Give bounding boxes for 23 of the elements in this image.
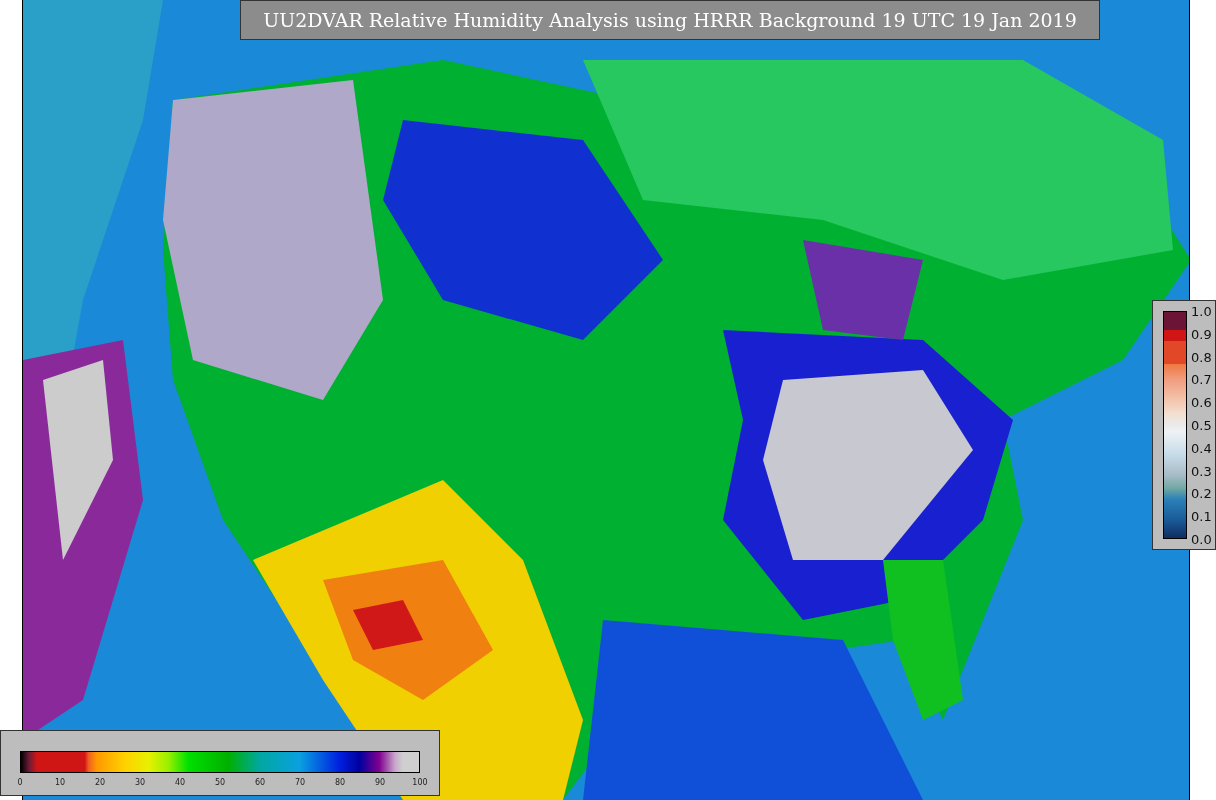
tick-label: 0.2 [1191,485,1212,501]
tick-label: 0.3 [1191,463,1212,479]
tick-label: 0.9 [1191,326,1212,342]
tick-label: 80 [334,778,346,787]
tick-label: 40 [174,778,186,787]
tick-label: 1.0 [1191,303,1212,319]
tick-label: 20 [94,778,106,787]
tick-label: 30 [134,778,146,787]
tick-label: 0.8 [1191,349,1212,365]
tick-label: 0.1 [1191,508,1212,524]
tick-label: 60 [254,778,266,787]
tick-label: 0.4 [1191,440,1212,456]
tick-label: 10 [54,778,66,787]
tick-label: 0.5 [1191,417,1212,433]
tick-label: 90 [374,778,386,787]
tick-label: 0.6 [1191,394,1212,410]
tick-label: 100 [412,778,428,787]
chart-title: UU2DVAR Relative Humidity Analysis using HRRR Background 19 UTC 19 Jan 2019 [240,0,1100,40]
tick-label: 50 [214,778,226,787]
tick-label: 0.0 [1191,531,1212,547]
tick-label: 0 [17,778,23,787]
tick-label: 70 [294,778,306,787]
tick-label: 0.7 [1191,371,1212,387]
